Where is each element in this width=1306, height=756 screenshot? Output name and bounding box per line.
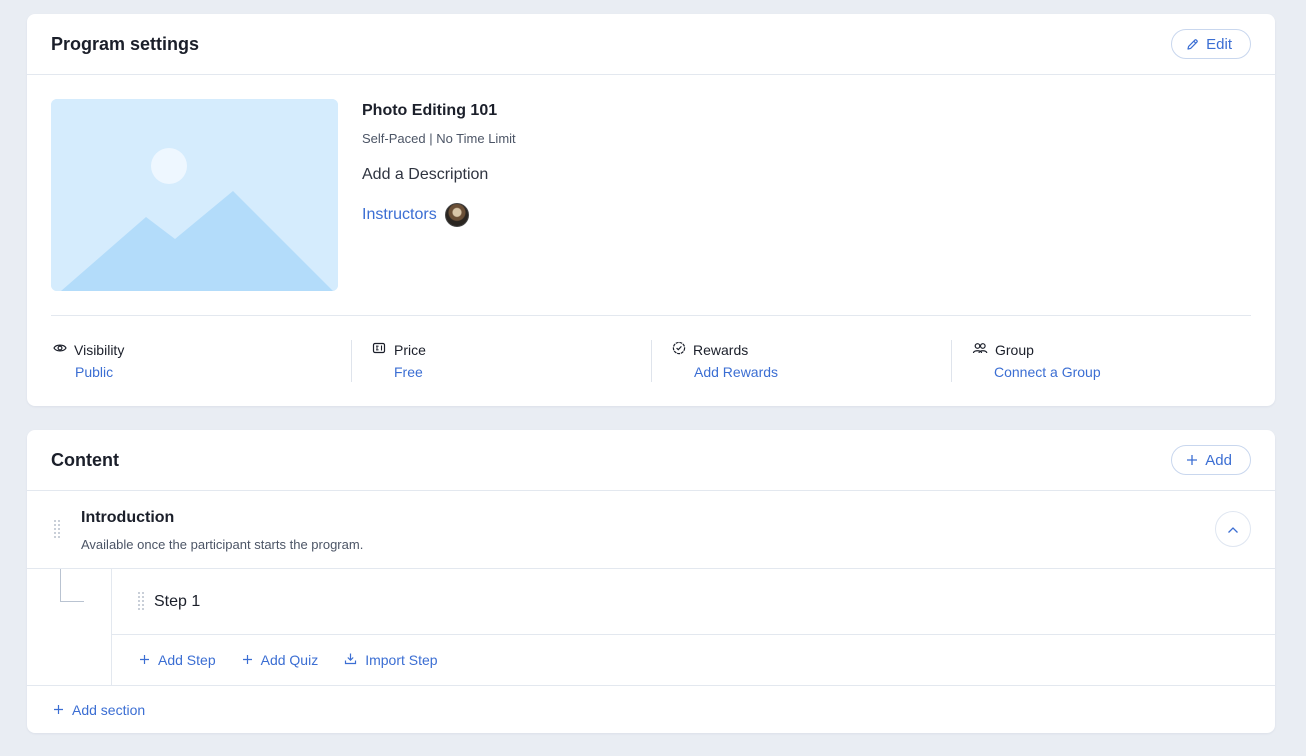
plus-icon <box>139 652 150 668</box>
add-content-label: Add <box>1205 451 1232 469</box>
stat-visibility: Visibility Public <box>51 340 351 382</box>
drag-handle-icon[interactable] <box>137 591 145 613</box>
tree-connector <box>60 569 84 602</box>
add-quiz-button[interactable]: Add Quiz <box>242 652 319 668</box>
chevron-up-icon <box>1227 522 1239 537</box>
edit-button[interactable]: Edit <box>1171 29 1251 59</box>
badge-check-icon <box>672 341 686 358</box>
stat-group-label: Group <box>995 341 1034 358</box>
edit-button-label: Edit <box>1206 35 1232 53</box>
stat-group-value[interactable]: Connect a Group <box>994 364 1101 380</box>
section-availability: Available once the participant starts th… <box>81 537 364 552</box>
stat-group-label-row: Group <box>972 341 1034 358</box>
stat-rewards-label-row: Rewards <box>672 341 748 358</box>
add-quiz-label: Add Quiz <box>260 652 319 668</box>
section-title: Introduction <box>81 509 175 526</box>
stat-rewards-label: Rewards <box>693 341 749 358</box>
stat-rewards: Rewards Add Rewards <box>651 340 951 382</box>
import-step-label: Import Step <box>365 652 438 668</box>
stat-visibility-label: Visibility <box>74 341 125 358</box>
program-settings-header: Program settings Edit <box>27 14 1275 75</box>
plus-icon <box>242 652 253 668</box>
program-name: Photo Editing 101 <box>362 102 498 119</box>
group-icon <box>972 341 988 358</box>
stat-group: Group Connect a Group <box>951 340 1251 382</box>
program-info: Photo Editing 101 Self-Paced | No Time L… <box>362 102 516 227</box>
stat-price-label-row: Price <box>372 341 426 358</box>
content-header: Content Add <box>27 430 1275 491</box>
image-placeholder-icon <box>51 99 338 291</box>
pencil-icon <box>1186 38 1199 51</box>
step-actions: Add Step Add Quiz Import Step <box>139 652 438 668</box>
plus-icon <box>53 702 64 718</box>
program-settings-card: Program settings Edit Photo Editing 101 … <box>27 14 1275 406</box>
program-duration: Self-Paced | No Time Limit <box>362 131 516 146</box>
stat-price-label: Price <box>394 341 426 358</box>
step-row[interactable]: Step 1 <box>112 569 1275 635</box>
content-title: Content <box>51 449 119 470</box>
instructor-avatar[interactable] <box>444 203 469 227</box>
program-overview: Photo Editing 101 Self-Paced | No Time L… <box>51 99 1251 291</box>
section-introduction[interactable]: Introduction Available once the particip… <box>27 491 1275 569</box>
stat-price: Price Free <box>351 340 651 382</box>
settings-divider <box>51 315 1251 316</box>
add-step-button[interactable]: Add Step <box>139 652 216 668</box>
drag-handle-icon[interactable] <box>53 519 61 541</box>
plus-icon <box>1186 454 1198 466</box>
stat-price-value[interactable]: Free <box>394 364 423 380</box>
instructors-row: Instructors <box>362 203 516 227</box>
add-content-button[interactable]: Add <box>1171 445 1251 475</box>
stat-visibility-value[interactable]: Public <box>75 364 113 380</box>
program-description[interactable]: Add a Description <box>362 166 516 184</box>
add-step-label: Add Step <box>158 652 216 668</box>
download-icon <box>344 652 357 668</box>
section-steps: Step 1 Add Step Add Quiz Import Step <box>111 569 1275 685</box>
import-step-button[interactable]: Import Step <box>344 652 438 668</box>
add-section-row: Add section <box>27 685 1275 733</box>
program-image-placeholder[interactable] <box>51 99 338 291</box>
collapse-section-button[interactable] <box>1215 511 1251 547</box>
program-settings-title: Program settings <box>51 33 200 54</box>
instructors-link[interactable]: Instructors <box>362 206 437 224</box>
add-section-label: Add section <box>72 702 146 718</box>
program-stats: Visibility Public Price Free Rewards Add… <box>51 340 1251 382</box>
stat-visibility-label-row: Visibility <box>53 341 124 358</box>
content-card: Content Add Introduction Available once … <box>27 430 1275 733</box>
eye-icon <box>53 341 67 358</box>
add-section-button[interactable]: Add section <box>53 702 145 718</box>
price-tag-icon <box>372 341 387 358</box>
stat-rewards-value[interactable]: Add Rewards <box>694 364 778 380</box>
step-label: Step 1 <box>154 593 201 610</box>
